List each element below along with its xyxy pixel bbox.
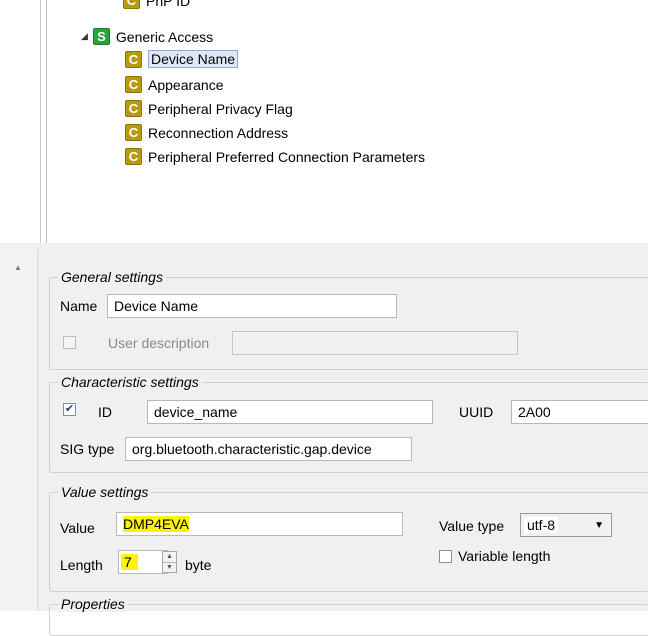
value-type-selected: utf-8 (524, 517, 559, 533)
value-settings-legend: Value settings (58, 484, 152, 500)
tree-item-appearance[interactable]: C Appearance (125, 76, 224, 93)
characteristic-settings-legend: Characteristic settings (58, 374, 202, 390)
properties-panel: General settings Name Device Name User d… (38, 249, 648, 636)
user-description-label: User description (108, 335, 210, 351)
characteristic-icon: C (123, 0, 140, 9)
general-settings-group: General settings Name Device Name User d… (49, 269, 648, 370)
value-settings-group: Value settings Value DMP4EVA Value type … (49, 484, 648, 592)
scroll-up-arrow-icon[interactable]: ▲ (14, 263, 22, 272)
name-input[interactable]: Device Name (107, 294, 397, 318)
pane-divider (40, 0, 41, 243)
id-checkbox[interactable]: ✔ (63, 403, 76, 416)
length-value: 7 (121, 554, 138, 570)
tree-item-label: Peripheral Privacy Flag (148, 100, 293, 117)
tree-item-label-selected: Device Name (148, 50, 239, 68)
value-text: DMP4EVA (123, 516, 189, 532)
spinner-up-icon[interactable]: ▲ (163, 552, 176, 562)
tree-item-peripheral-privacy-flag[interactable]: C Peripheral Privacy Flag (125, 100, 293, 117)
characteristic-icon: C (125, 76, 142, 93)
user-description-input[interactable] (232, 331, 518, 355)
tree-item-label: Reconnection Address (148, 124, 289, 141)
characteristic-icon: C (125, 50, 142, 68)
characteristic-settings-group: Characteristic settings ✔ ID device_name… (49, 374, 648, 473)
scrollbar-track[interactable] (0, 249, 38, 611)
characteristic-icon: C (125, 124, 142, 141)
uuid-input[interactable]: 2A00 (511, 400, 648, 424)
expand-arrow-icon[interactable]: ◢ (81, 31, 88, 42)
tree-item-reconnection-address[interactable]: C Reconnection Address (125, 124, 288, 141)
properties-group: Properties (49, 596, 648, 636)
tree-item-label: PnP ID (146, 0, 191, 9)
tree-item-preferred-connection-params[interactable]: C Peripheral Preferred Connection Parame… (125, 148, 425, 165)
variable-length-checkbox[interactable] (439, 550, 452, 563)
sig-type-input[interactable]: org.bluetooth.characteristic.gap.device (125, 437, 412, 461)
sig-type-label: SIG type (60, 441, 115, 457)
characteristic-icon: C (125, 148, 142, 165)
name-label: Name (60, 298, 98, 314)
tree-item-label: Appearance (148, 76, 224, 93)
uuid-label: UUID (459, 404, 494, 420)
tree-item-pnp-id[interactable]: C PnP ID (123, 0, 190, 9)
variable-length-label: Variable length (458, 548, 551, 564)
value-input[interactable]: DMP4EVA (116, 512, 403, 536)
tree-item-label: Peripheral Preferred Connection Paramete… (148, 148, 426, 165)
tree-item-label: Generic Access (115, 28, 214, 45)
value-type-select[interactable]: utf-8 ▼ (520, 513, 612, 537)
length-input[interactable]: 7 (118, 550, 168, 574)
length-spinner[interactable]: ▲ ▼ (162, 551, 177, 573)
length-unit-label: byte (185, 557, 212, 573)
value-type-label: Value type (439, 518, 505, 534)
value-label: Value (60, 520, 95, 536)
service-icon: S (92, 28, 110, 45)
characteristic-icon: C (125, 100, 142, 117)
spinner-down-icon[interactable]: ▼ (163, 561, 176, 573)
tree-item-device-name[interactable]: C Device Name (125, 50, 239, 68)
attribute-tree: C PnP ID ◢ S Generic Access C Device Nam… (46, 0, 648, 244)
properties-legend: Properties (58, 596, 128, 612)
length-label: Length (60, 557, 103, 573)
general-settings-legend: General settings (58, 269, 166, 285)
id-label: ID (98, 404, 112, 420)
user-description-checkbox[interactable] (63, 336, 76, 349)
tree-item-generic-access[interactable]: ◢ S Generic Access (81, 28, 213, 45)
dropdown-arrow-icon: ▼ (594, 519, 604, 531)
id-input[interactable]: device_name (147, 400, 433, 424)
